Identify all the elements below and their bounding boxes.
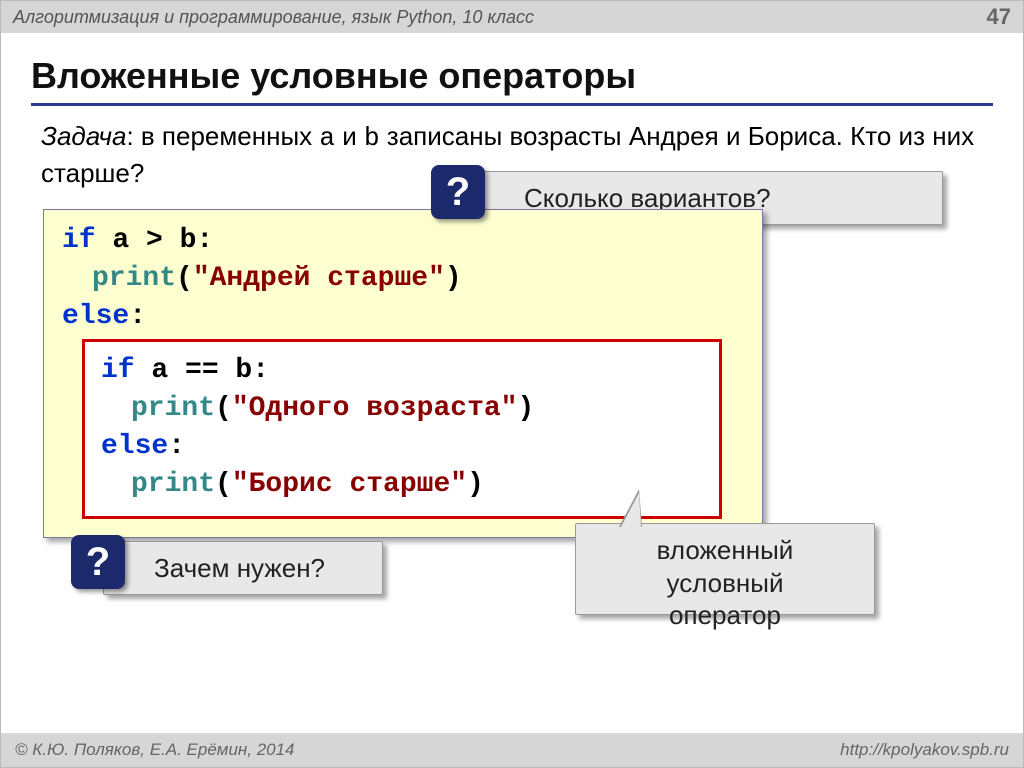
footer-bar: © К.Ю. Поляков, Е.А. Ерёмин, 2014 http:/… xyxy=(1,733,1023,767)
callout-nested: вложенный условный оператор xyxy=(575,523,875,615)
expr-a-eq-b: a == b: xyxy=(135,355,269,386)
code-inner-line-4: print("Борис старше") xyxy=(101,466,703,504)
str-same-age: "Одного возраста" xyxy=(232,393,518,424)
callout-nested-l2: условный xyxy=(594,567,856,600)
code-inner-line-2: print("Одного возраста") xyxy=(101,390,703,428)
func-print-inner1: print xyxy=(131,393,215,424)
paren-open-i2: ( xyxy=(215,469,232,500)
task-label: Задача xyxy=(41,121,126,151)
code-inner-line-3: else: xyxy=(101,428,703,466)
page-title: Вложенные условные операторы xyxy=(31,55,993,106)
paren-close-i2: ) xyxy=(467,469,484,500)
task-var-a: a xyxy=(319,123,335,153)
kw-if: if xyxy=(62,225,96,256)
qmark-glyph: ? xyxy=(446,170,470,215)
str-boris: "Борис старше" xyxy=(232,469,467,500)
paren-open: ( xyxy=(176,263,193,294)
callout-why-text: Зачем нужен? xyxy=(154,553,325,584)
callout-why: Зачем нужен? xyxy=(103,541,383,595)
paren-close-i1: ) xyxy=(517,393,534,424)
expr-a-gt-b: a > b: xyxy=(96,225,214,256)
slide: Алгоритмизация и программирование, язык … xyxy=(0,0,1024,768)
kw-else: else xyxy=(62,301,129,332)
colon-inner: : xyxy=(168,431,185,462)
question-mark-icon: ? xyxy=(71,535,125,589)
task-colon: : xyxy=(126,121,140,151)
str-andrey: "Андрей старше" xyxy=(193,263,445,294)
colon: : xyxy=(129,301,146,332)
header-bar: Алгоритмизация и программирование, язык … xyxy=(1,1,1023,33)
page-number: 47 xyxy=(987,4,1011,30)
callout-nested-l3: оператор xyxy=(594,599,856,632)
task-and: и xyxy=(335,121,364,151)
footer-url: http://kpolyakov.spb.ru xyxy=(840,740,1009,760)
task-part1: в переменных xyxy=(141,121,319,151)
callout-nested-l1: вложенный xyxy=(594,534,856,567)
func-print: print xyxy=(92,263,176,294)
paren-open-i1: ( xyxy=(215,393,232,424)
paren-close: ) xyxy=(445,263,462,294)
code-line-2: print("Андрей старше") xyxy=(62,260,744,298)
func-print-inner2: print xyxy=(131,469,215,500)
speech-tail xyxy=(621,493,641,527)
code-inner-line-1: if a == b: xyxy=(101,352,703,390)
code-block-outer: if a > b: print("Андрей старше") else: i… xyxy=(43,209,763,538)
kw-if-inner: if xyxy=(101,355,135,386)
kw-else-inner: else xyxy=(101,431,168,462)
question-mark-icon: ? xyxy=(431,165,485,219)
code-line-3: else: xyxy=(62,298,744,336)
footer-copyright: © К.Ю. Поляков, Е.А. Ерёмин, 2014 xyxy=(15,740,295,760)
breadcrumb: Алгоритмизация и программирование, язык … xyxy=(13,7,534,28)
code-line-1: if a > b: xyxy=(62,222,744,260)
task-var-b: b xyxy=(364,123,380,153)
qmark-glyph-2: ? xyxy=(86,540,110,585)
